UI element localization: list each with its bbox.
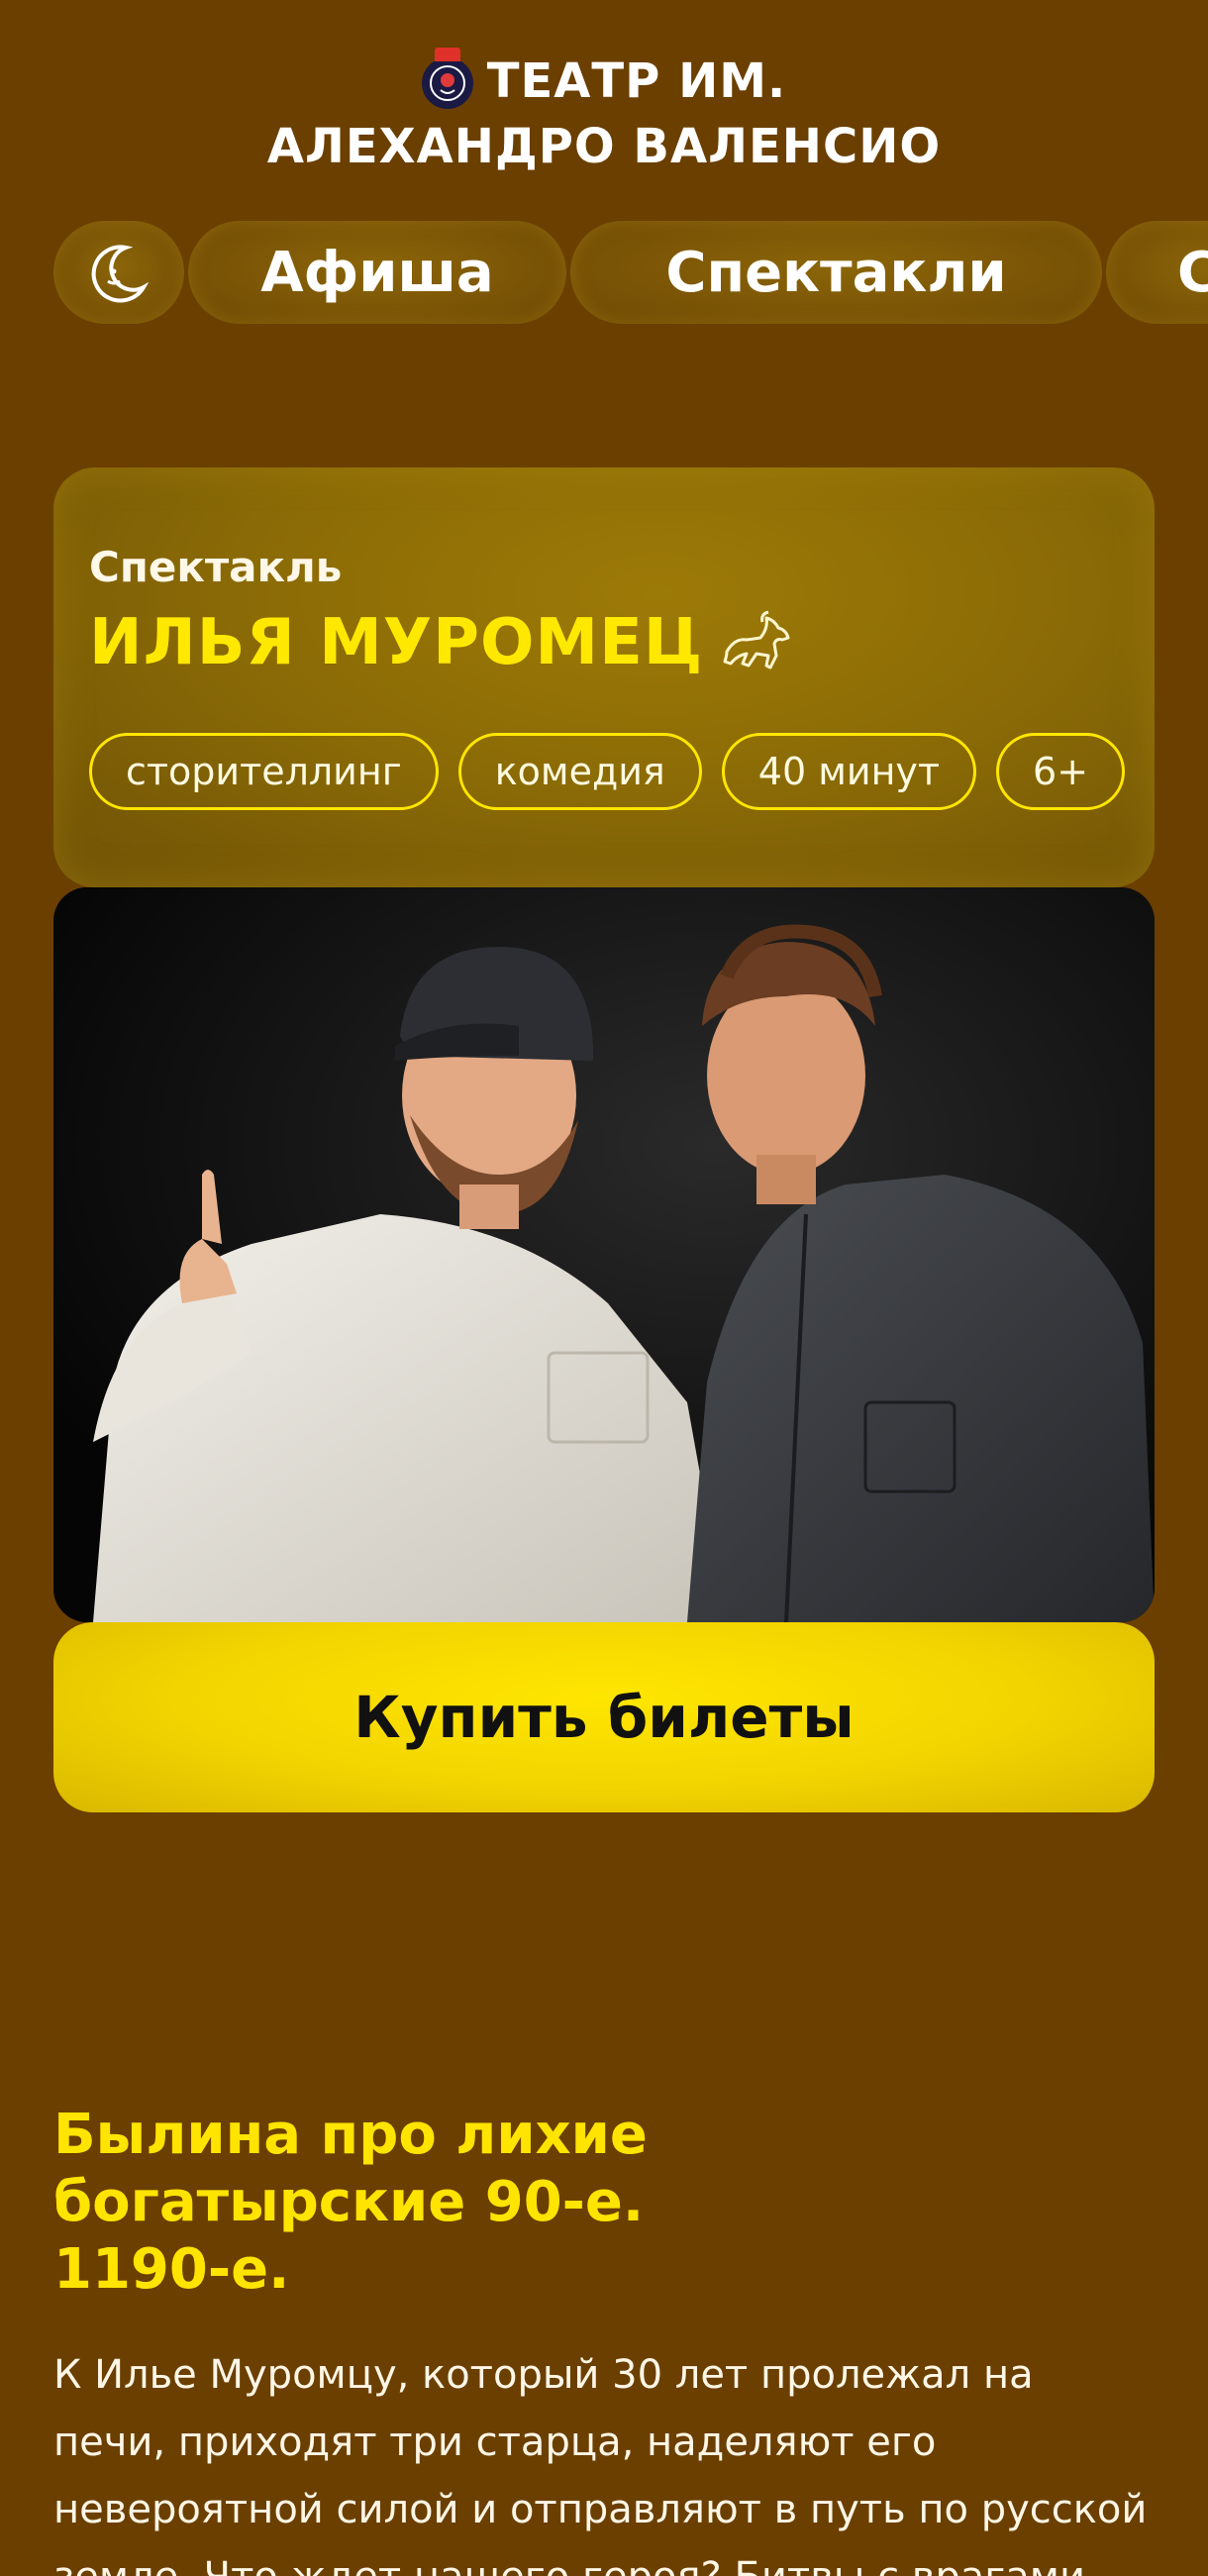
tag-age-rating: 6+ [996, 733, 1126, 810]
tag-comedy: комедия [457, 733, 702, 810]
show-title-text: ИЛЬЯ МУРОМЕЦ [89, 606, 704, 679]
show-header-card: Спектакль ИЛЬЯ МУРОМЕЦ сторителлинг коме… [53, 467, 1155, 887]
moon-icon [91, 245, 150, 303]
description-heading-line: богатырские 90-е. [53, 2170, 645, 2234]
buy-tickets-button[interactable]: Купить билеты [53, 1622, 1155, 1812]
description-text: К Илье Муромцу, который 30 лет пролежал … [53, 2352, 1148, 2576]
brand-title-line1: ТЕАТР ИМ. [486, 53, 787, 109]
page: ТЕАТР ИМ. АЛЕХАНДРО ВАЛЕНСИО Афиша Спект… [0, 0, 1208, 2576]
show-title: ИЛЬЯ МУРОМЕЦ [89, 606, 796, 679]
description-heading-line: Былина про лихие [53, 2103, 648, 2167]
show-kind: Спектакль [89, 543, 343, 591]
nav-item-spectacles[interactable]: Спектакли [570, 221, 1102, 324]
horse-icon [723, 610, 790, 670]
brand-row[interactable]: ТЕАТР ИМ. [0, 44, 1208, 119]
description-heading: Былина про лихие богатырские 90-е. 1190-… [53, 2102, 1044, 2304]
brand-title-line2: АЛЕХАНДРО ВАЛЕНСИО [266, 119, 942, 174]
nav-item-next[interactable]: С [1106, 221, 1208, 324]
show-tags: сторителлинг комедия 40 минут 6+ [89, 733, 1126, 810]
description-heading-line: 1190-е. [53, 2237, 290, 2302]
show-photo [53, 887, 1155, 1622]
theme-toggle-button[interactable] [53, 221, 184, 324]
theatre-badge-icon [421, 48, 473, 109]
nav-item-afisha[interactable]: Афиша [188, 221, 566, 324]
tag-genre: сторителлинг [89, 733, 439, 810]
tag-duration: 40 минут [721, 733, 977, 810]
main-nav: Афиша Спектакли С [53, 221, 1208, 324]
site-header: ТЕАТР ИМ. АЛЕХАНДРО ВАЛЕНСИО [0, 44, 1208, 174]
